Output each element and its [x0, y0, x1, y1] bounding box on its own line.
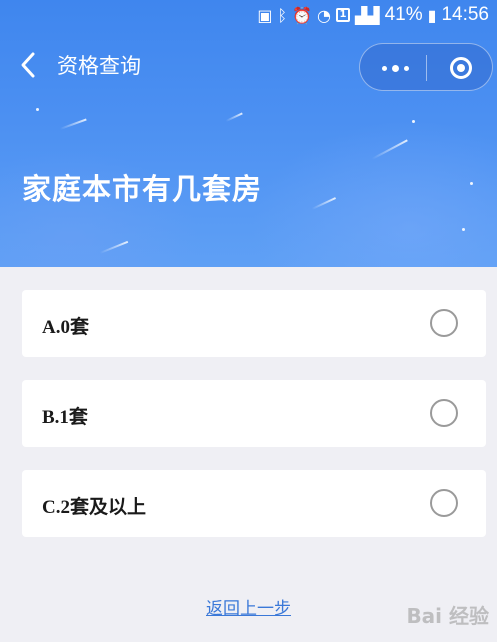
option-c[interactable]: C.2套及以上	[22, 470, 486, 537]
more-dots-icon	[403, 65, 409, 71]
bluetooth-icon: ᛒ	[277, 5, 288, 25]
more-dots-icon	[391, 64, 399, 72]
option-label: A.0套	[42, 317, 89, 338]
nav-title: 资格查询	[57, 54, 141, 78]
nav-bar: 资格查询	[0, 36, 497, 96]
capsule-divider	[426, 55, 427, 81]
option-label: B.1套	[42, 407, 88, 428]
watermark-logo: Bai 经验	[406, 604, 489, 628]
nfc-icon: ▣	[257, 5, 273, 25]
banner-star	[36, 108, 39, 111]
status-bar: ▣ ᛒ ⏰ ◔ 1 ▟▟ 41% ▮ 14:56	[0, 0, 497, 30]
option-a[interactable]: A.0套	[22, 290, 486, 357]
close-button[interactable]	[450, 57, 472, 79]
banner-star	[462, 228, 465, 231]
radio-button[interactable]	[430, 489, 458, 517]
back-button[interactable]	[16, 50, 42, 80]
alarm-icon: ⏰	[292, 5, 313, 25]
sim-icon: 1	[336, 8, 350, 22]
banner-star	[412, 120, 415, 123]
radio-button[interactable]	[430, 309, 458, 337]
more-button[interactable]	[378, 57, 412, 79]
banner-cloud	[250, 120, 497, 267]
banner-star	[470, 182, 473, 185]
question-title: 家庭本市有几套房	[22, 172, 263, 206]
back-step-link[interactable]: 返回上一步	[206, 599, 291, 619]
signal-icon: ▟▟	[355, 5, 380, 25]
mini-program-capsule	[359, 43, 493, 91]
wifi-icon: ◔	[317, 5, 331, 25]
status-time: 14:56	[441, 4, 489, 25]
more-dots-icon	[381, 65, 387, 71]
option-b[interactable]: B.1套	[22, 380, 486, 447]
banner-streak	[225, 112, 243, 122]
radio-button[interactable]	[430, 399, 458, 427]
chevron-left-icon	[21, 52, 35, 78]
banner-streak	[59, 118, 87, 130]
option-label: C.2套及以上	[42, 497, 146, 518]
battery-icon: ▮	[427, 5, 437, 25]
battery-percent: 41%	[384, 4, 423, 25]
